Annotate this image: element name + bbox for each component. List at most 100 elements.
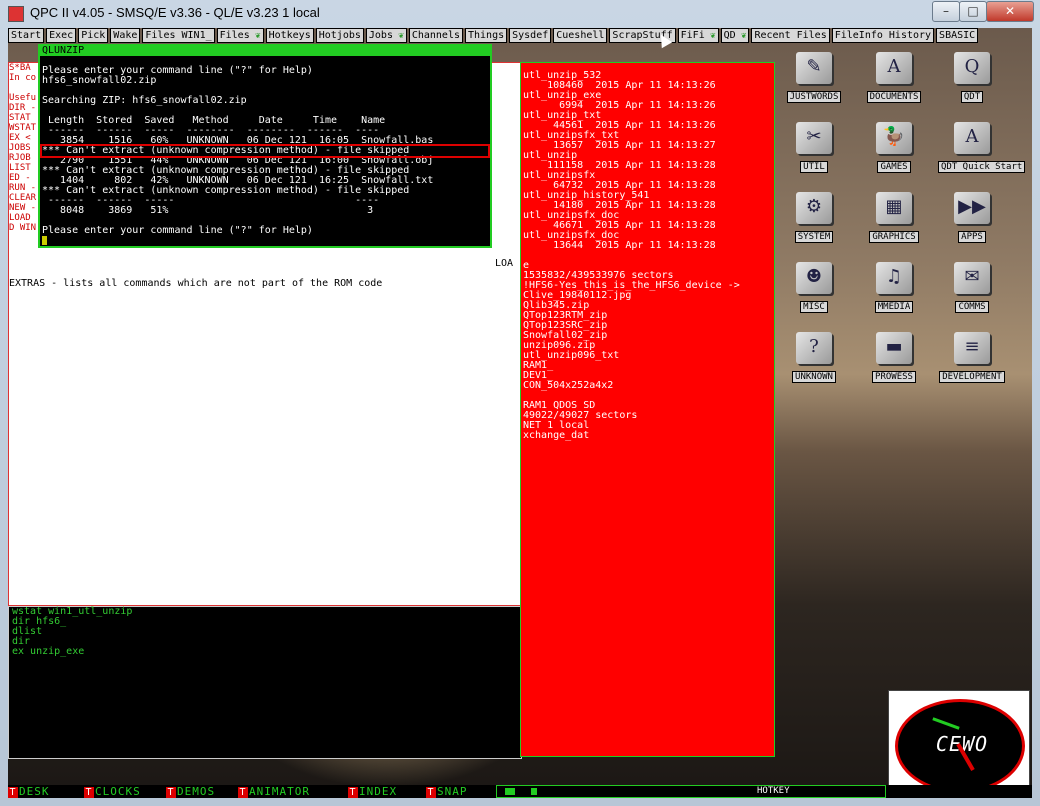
- desktop-icon-mmedia[interactable]: ♫ MMEDIA: [860, 262, 928, 313]
- help-line: LIST: [9, 163, 31, 173]
- help-line: D WIN: [9, 223, 37, 233]
- desktop-icon-misc[interactable]: ☻ MISC: [780, 262, 848, 313]
- command-line: wstat win1_utl_unzip: [12, 606, 133, 617]
- help-line: [9, 83, 39, 93]
- icon-glyph: ?: [809, 336, 819, 357]
- icon-label: UTIL: [800, 161, 828, 173]
- desktop-icon-util[interactable]: ✂ UTIL: [780, 122, 848, 173]
- unknown-icon: ?: [796, 332, 832, 364]
- dir-entry[interactable]: [521, 251, 774, 261]
- taskbar-label: DEMOS: [177, 785, 216, 798]
- desktop-icon-development[interactable]: ≡ DEVELOPMENT: [938, 332, 1006, 383]
- icon-glyph: Q: [964, 56, 980, 77]
- misc-icon: ☻: [796, 262, 832, 294]
- icon-glyph: ✂: [806, 126, 822, 147]
- hotkey-indicator: [505, 788, 515, 795]
- minimize-button[interactable]: –: [932, 1, 960, 22]
- menu-item-sbasic[interactable]: SBASIC: [936, 28, 979, 43]
- dir-entry[interactable]: RAM1_: [521, 361, 774, 371]
- directory-listing-window[interactable]: utl_unzip_532 108460 2015 Apr 11 14:13:2…: [520, 62, 775, 757]
- dir-entry[interactable]: CON_504x252a4x2: [521, 381, 774, 391]
- qlunzip-window[interactable]: QLUNZIP Please enter your command line (…: [38, 44, 492, 248]
- prowess-icon: ▬: [876, 332, 912, 364]
- qpc-app-icon[interactable]: [8, 6, 24, 22]
- hotkey-indicator: [531, 788, 537, 795]
- menu-item-files-win1-[interactable]: Files WIN1_: [142, 28, 215, 43]
- icon-label: SYSTEM: [794, 231, 834, 243]
- help-line: JOBS: [9, 143, 31, 153]
- text-cursor[interactable]: [42, 236, 488, 246]
- taskbar-item-snap[interactable]: T SNAP: [426, 785, 468, 798]
- taskbar-t-icon: T: [238, 787, 248, 798]
- menu-item-wake[interactable]: Wake: [110, 28, 141, 43]
- dir-entry[interactable]: utl_unzip096_txt: [521, 351, 774, 361]
- menu-item-channels[interactable]: Channels: [408, 28, 463, 43]
- menu-item-hotkeys[interactable]: Hotkeys: [265, 28, 314, 43]
- menu-item-label: Files WIN1_: [145, 30, 212, 41]
- desktop-icon-games[interactable]: 🦆 GAMES: [860, 122, 928, 173]
- desktop-icon-documents[interactable]: A DOCUMENTS: [860, 52, 928, 103]
- desktop-icon-qdt[interactable]: Q QDT: [938, 52, 1006, 103]
- load-text: LOA: [495, 258, 514, 269]
- command-window[interactable]: wstat win1_utl_unzip dir hfs6_ dlist dir ex …: [8, 606, 522, 759]
- dir-entry[interactable]: 13644 2015 Apr 11 14:13:28: [521, 241, 774, 251]
- menu-item-label: SBASIC: [939, 30, 976, 41]
- documents-icon: A: [876, 52, 912, 84]
- menu-item-start[interactable]: Start: [8, 28, 45, 43]
- close-button[interactable]: ✕: [986, 1, 1034, 22]
- menu-item-label: QD: [723, 30, 736, 41]
- icon-glyph: ⚙: [805, 196, 823, 217]
- taskbar-item-desk[interactable]: T DESK: [8, 785, 50, 798]
- comms-icon: ✉: [954, 262, 990, 294]
- hotkey-bar[interactable]: HOTKEY: [496, 785, 886, 798]
- desktop-icon-apps[interactable]: ▶▶ APPS: [938, 192, 1006, 243]
- dir-entry[interactable]: xchange_dat: [521, 431, 774, 441]
- menu-item-exec[interactable]: Exec: [46, 28, 77, 43]
- desktop-icon-unknown[interactable]: ? UNKNOWN: [780, 332, 848, 383]
- taskbar-item-demos[interactable]: T DEMOS: [166, 785, 215, 798]
- menu-item-label: Jobs: [368, 30, 393, 41]
- desktop-icon-system[interactable]: ⚙ SYSTEM: [780, 192, 848, 243]
- icon-glyph: ✎: [806, 56, 822, 77]
- menu-item-cueshell[interactable]: Cueshell: [553, 28, 608, 43]
- icon-glyph: ▬: [885, 336, 903, 357]
- title-bar[interactable]: QPC II v4.05 - SMSQ/E v3.36 - QL/E v3.23…: [0, 0, 1040, 28]
- taskbar-t-icon: T: [166, 787, 176, 798]
- command-line: dir: [12, 636, 31, 647]
- taskbar-item-clocks[interactable]: T CLOCKS: [84, 785, 141, 798]
- maximize-button[interactable]: □: [959, 1, 987, 22]
- menu-item-sysdef[interactable]: Sysdef: [509, 28, 552, 43]
- help-line: Usefu: [9, 93, 37, 103]
- desktop-icon-qdt-quick-start[interactable]: A QDT Quick Start: [938, 122, 1026, 173]
- icon-glyph: ▦: [885, 196, 903, 217]
- help-line: DIR -: [9, 103, 37, 113]
- taskbar-label: CLOCKS: [95, 785, 141, 798]
- menu-item-qd[interactable]: QD ❦: [720, 28, 750, 43]
- ql-screen: Start Exec Pick Wake Files WIN1_ Files ❦ Hotke…: [8, 28, 1032, 798]
- menu-item-things[interactable]: Things: [465, 28, 508, 43]
- taskbar-item-animator[interactable]: T ANIMATOR: [238, 785, 310, 798]
- menu-item-fifi[interactable]: FiFi ❦: [677, 28, 719, 43]
- menu-item-pick[interactable]: Pick: [78, 28, 109, 43]
- unzip-line: hfs6_snowfall02.zip: [42, 75, 157, 86]
- desktop-icon-graphics[interactable]: ▦ GRAPHICS: [860, 192, 928, 243]
- help-line: NEW -: [9, 203, 37, 213]
- help-line: In co: [9, 73, 37, 83]
- desktop-icon-comms[interactable]: ✉ COMMS: [938, 262, 1006, 313]
- taskbar-item-index[interactable]: T INDEX: [348, 785, 397, 798]
- menu-item-fileinfo-history[interactable]: FileInfo History: [831, 28, 935, 43]
- icon-label: APPS: [958, 231, 986, 243]
- hotkey-label: HOTKEY: [757, 786, 790, 796]
- icon-label: QDT: [960, 91, 984, 103]
- menu-item-files[interactable]: Files ❦: [216, 28, 264, 43]
- qlunzip-title[interactable]: QLUNZIP: [40, 46, 492, 56]
- desktop-icon-prowess[interactable]: ▬ PROWESS: [860, 332, 928, 383]
- menu-item-recent-files[interactable]: Recent Files: [751, 28, 830, 43]
- menu-item-hotjobs[interactable]: Hotjobs: [315, 28, 364, 43]
- icon-label: MMEDIA: [874, 301, 914, 313]
- justwords-icon: ✎: [796, 52, 832, 84]
- desktop-icon-justwords[interactable]: ✎ JUSTWORDS: [780, 52, 848, 103]
- menu-item-jobs[interactable]: Jobs ❦: [365, 28, 407, 43]
- taskbar-label: DESK: [19, 785, 50, 798]
- clock-widget[interactable]: CEWO: [888, 690, 1030, 796]
